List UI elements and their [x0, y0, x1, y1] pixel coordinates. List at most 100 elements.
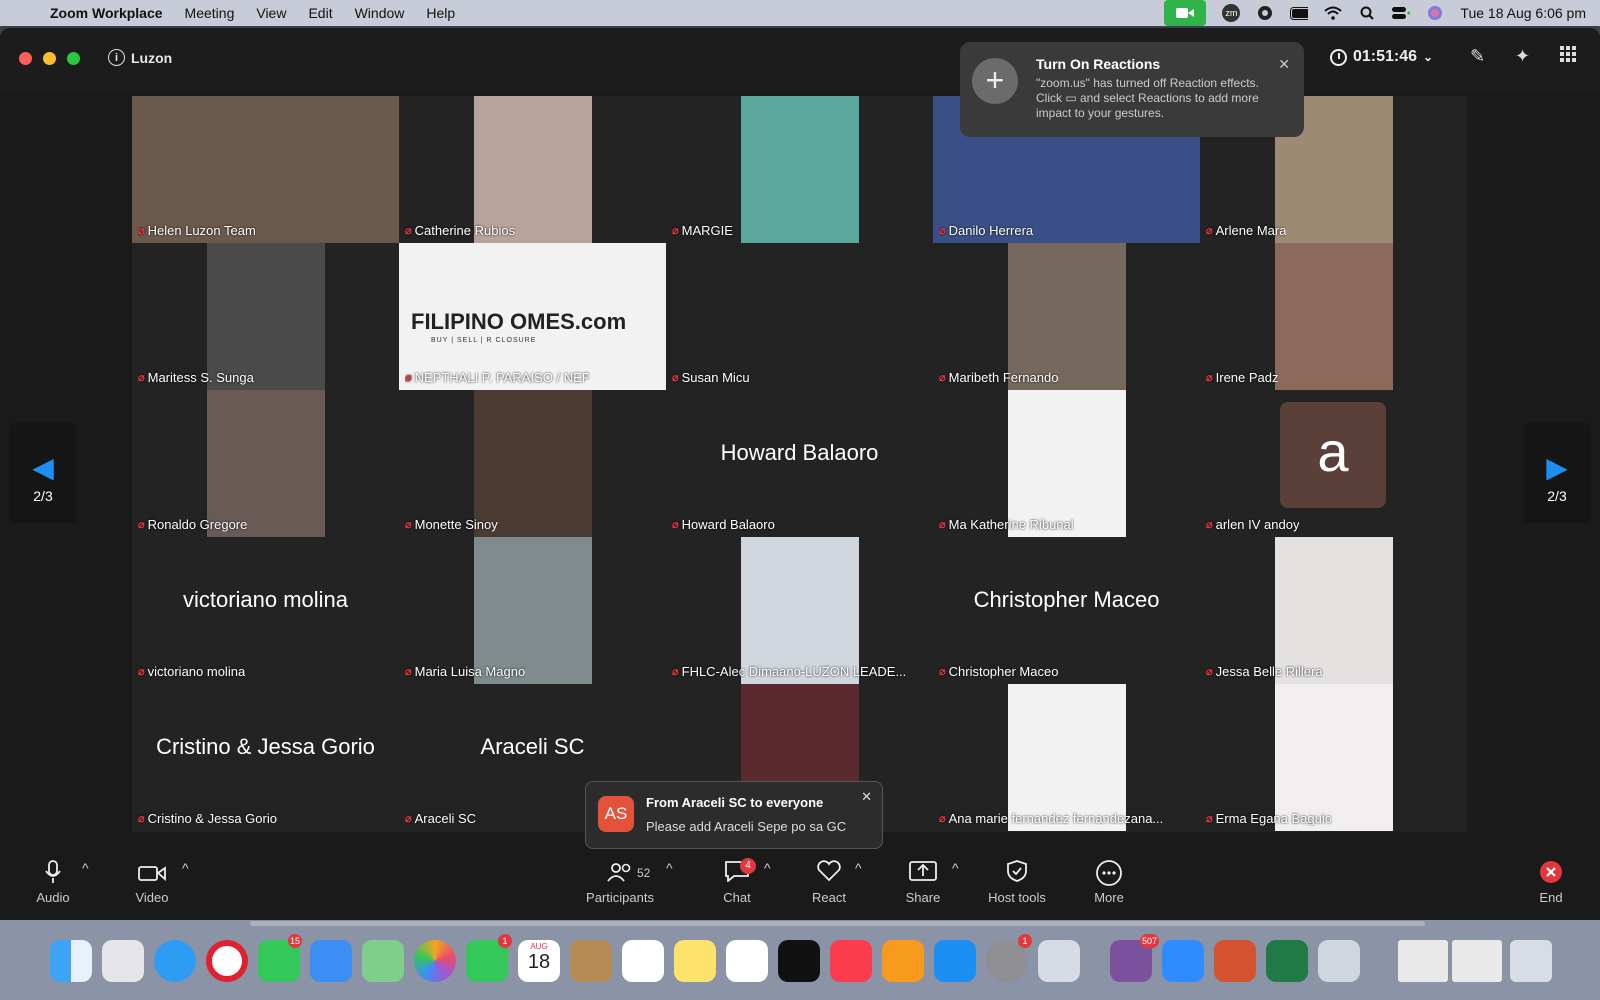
participant-tile[interactable]: ⌀ Maribeth Fernando	[933, 243, 1200, 390]
more-button[interactable]: More	[1090, 860, 1128, 905]
participant-tile[interactable]: ⌀ Irene Padz	[1200, 243, 1467, 390]
notes-icon[interactable]	[674, 940, 716, 982]
freeform-icon[interactable]	[726, 940, 768, 982]
iphone-mirroring-icon[interactable]	[1038, 940, 1080, 982]
contacts-icon[interactable]	[570, 940, 612, 982]
participant-tile[interactable]: ⌀ Susan Micu	[666, 243, 933, 390]
close-icon[interactable]: ✕	[1278, 56, 1290, 73]
previous-page-button[interactable]: ◀ 2/3	[10, 423, 76, 523]
reminders-icon[interactable]	[622, 940, 664, 982]
react-button[interactable]: React	[808, 860, 850, 905]
spotlight-search-icon[interactable]	[1358, 5, 1376, 21]
participant-tile[interactable]: ⌀ Maritess S. Sunga	[132, 243, 399, 390]
window-scrollbar[interactable]	[250, 921, 1425, 926]
chat-message-preview[interactable]: AS From Araceli SC to everyone Please ad…	[585, 781, 883, 849]
participant-tile[interactable]: ⌀ MARGIE	[666, 96, 933, 243]
safari-icon[interactable]	[154, 940, 196, 982]
preview-icon[interactable]	[1318, 940, 1360, 982]
muted-mic-icon: ⌀	[1206, 813, 1213, 825]
next-page-button[interactable]: ▶ 2/3	[1524, 423, 1590, 523]
menu-window[interactable]: Window	[355, 5, 405, 21]
info-icon[interactable]: i	[108, 49, 125, 66]
participant-tile[interactable]: ⌀ Maria Luisa Magno	[399, 537, 666, 684]
view-grid-icon[interactable]	[1560, 46, 1576, 67]
menu-view[interactable]: View	[256, 5, 286, 21]
recent-document-icon[interactable]	[1452, 940, 1502, 982]
title-bar: i Luzon 01:51:46 ⌄ ✎ ✦	[0, 28, 1600, 90]
reactions-body: "zoom.us" has turned off Reaction effect…	[1036, 76, 1259, 120]
opera-icon[interactable]	[206, 940, 248, 982]
end-meeting-button[interactable]: End	[1534, 860, 1568, 905]
participant-name: FHLC-Alec Dimaano-LUZON LEADE...	[681, 664, 907, 679]
finder-icon[interactable]	[50, 940, 92, 982]
close-window-button[interactable]	[19, 52, 32, 65]
participant-tile[interactable]: Cristino & Jessa Gorio ⌀ Cristino & Jessa …	[132, 684, 399, 831]
muted-mic-icon: ⌀	[138, 813, 145, 825]
participant-tile[interactable]: ⌀ Erma Egana Baguio	[1200, 684, 1467, 831]
excel-icon[interactable]	[1266, 940, 1308, 982]
trash-icon[interactable]	[1510, 940, 1552, 982]
menu-app-name[interactable]: Zoom Workplace	[50, 5, 163, 21]
meeting-timer[interactable]: 01:51:46 ⌄	[1330, 48, 1433, 66]
meeting-info[interactable]: i Luzon	[108, 49, 172, 66]
participant-tile[interactable]: Howard Balaoro ⌀ Howard Balaoro	[666, 390, 933, 537]
fullscreen-window-button[interactable]	[67, 52, 80, 65]
participant-tile[interactable]: ⌀ Monette Sinoy	[399, 390, 666, 537]
music-icon[interactable]	[830, 940, 872, 982]
siri-icon[interactable]	[1426, 5, 1444, 21]
app-store-icon[interactable]	[934, 940, 976, 982]
zoom-app-icon[interactable]	[1162, 940, 1204, 982]
participant-tile[interactable]: a ⌀ arlen IV andoy	[1200, 390, 1467, 537]
menu-meeting[interactable]: Meeting	[185, 5, 235, 21]
wifi-icon[interactable]	[1324, 5, 1343, 21]
recent-document-icon[interactable]	[1398, 940, 1448, 982]
battery-icon[interactable]	[1290, 5, 1309, 21]
participant-tile[interactable]: ⌀ Helen Luzon Team	[132, 96, 399, 243]
calendar-icon[interactable]: AUG 18	[518, 940, 560, 982]
audio-button[interactable]: Audio	[30, 860, 76, 905]
participant-tile[interactable]: ⌀ FHLC-Alec Dimaano-LUZON LEADE...	[666, 537, 933, 684]
maps-icon[interactable]	[362, 940, 404, 982]
zoom-status-icon[interactable]: zm	[1222, 4, 1241, 22]
muted-mic-icon: ⌀	[672, 519, 679, 531]
video-button[interactable]: Video	[128, 860, 176, 905]
muted-mic-icon: ⌀	[1206, 372, 1213, 384]
audio-options-chevron-icon[interactable]: ^	[82, 860, 89, 876]
share-button[interactable]: Share	[902, 860, 944, 905]
react-options-chevron-icon[interactable]: ^	[855, 860, 862, 876]
participant-tile[interactable]: ⌀ Ana marie fernandez fernandezana...	[933, 684, 1200, 831]
menu-edit[interactable]: Edit	[308, 5, 332, 21]
participant-tile[interactable]: FILIPINO OMES.com BUY | SELL | R CLOSURE ⌀…	[399, 243, 666, 390]
ai-companion-icon[interactable]: ✦	[1515, 46, 1530, 67]
company-logo-subtitle: BUY | SELL | R CLOSURE	[431, 337, 537, 344]
control-center-icon[interactable]	[1392, 5, 1411, 21]
participant-tile[interactable]: ⌀ Jessa Belle Rillera	[1200, 537, 1467, 684]
annotate-pencil-icon[interactable]: ✎	[1470, 46, 1485, 67]
participant-tile[interactable]: victoriano molina ⌀ victoriano molina	[132, 537, 399, 684]
share-options-chevron-icon[interactable]: ^	[952, 860, 959, 876]
viber-icon[interactable]	[1256, 5, 1274, 21]
menu-help[interactable]: Help	[426, 5, 455, 21]
menubar-datetime[interactable]: Tue 18 Aug 6:06 pm	[1460, 5, 1586, 21]
camera-in-use-icon[interactable]	[1164, 0, 1207, 26]
participant-name: arlen IV andoy	[1215, 517, 1300, 532]
chat-options-chevron-icon[interactable]: ^	[764, 860, 771, 876]
powerpoint-icon[interactable]	[1214, 940, 1256, 982]
reactions-title: Turn On Reactions	[1036, 56, 1161, 72]
participant-tile[interactable]: ⌀ Ronaldo Gregore	[132, 390, 399, 537]
close-icon[interactable]: ✕	[861, 789, 872, 805]
participant-tile[interactable]: Christopher Maceo ⌀ Christopher Maceo	[933, 537, 1200, 684]
launchpad-icon[interactable]	[102, 940, 144, 982]
pages-icon[interactable]	[882, 940, 924, 982]
video-options-chevron-icon[interactable]: ^	[182, 860, 189, 876]
apple-tv-icon[interactable]	[778, 940, 820, 982]
participant-tile[interactable]: ⌀ Catherine Rubios	[399, 96, 666, 243]
participant-name-label: ⌀ Arlene Mara	[1206, 223, 1286, 238]
participant-tile[interactable]: ⌀ Ma Katherine Ribunal	[933, 390, 1200, 537]
host-tools-button[interactable]: Host tools	[982, 860, 1052, 905]
minimize-window-button[interactable]	[43, 52, 56, 65]
photos-icon[interactable]	[414, 940, 456, 982]
mail-icon[interactable]	[310, 940, 352, 982]
chevron-down-icon[interactable]: ⌄	[1423, 50, 1433, 64]
participants-options-chevron-icon[interactable]: ^	[666, 860, 673, 876]
